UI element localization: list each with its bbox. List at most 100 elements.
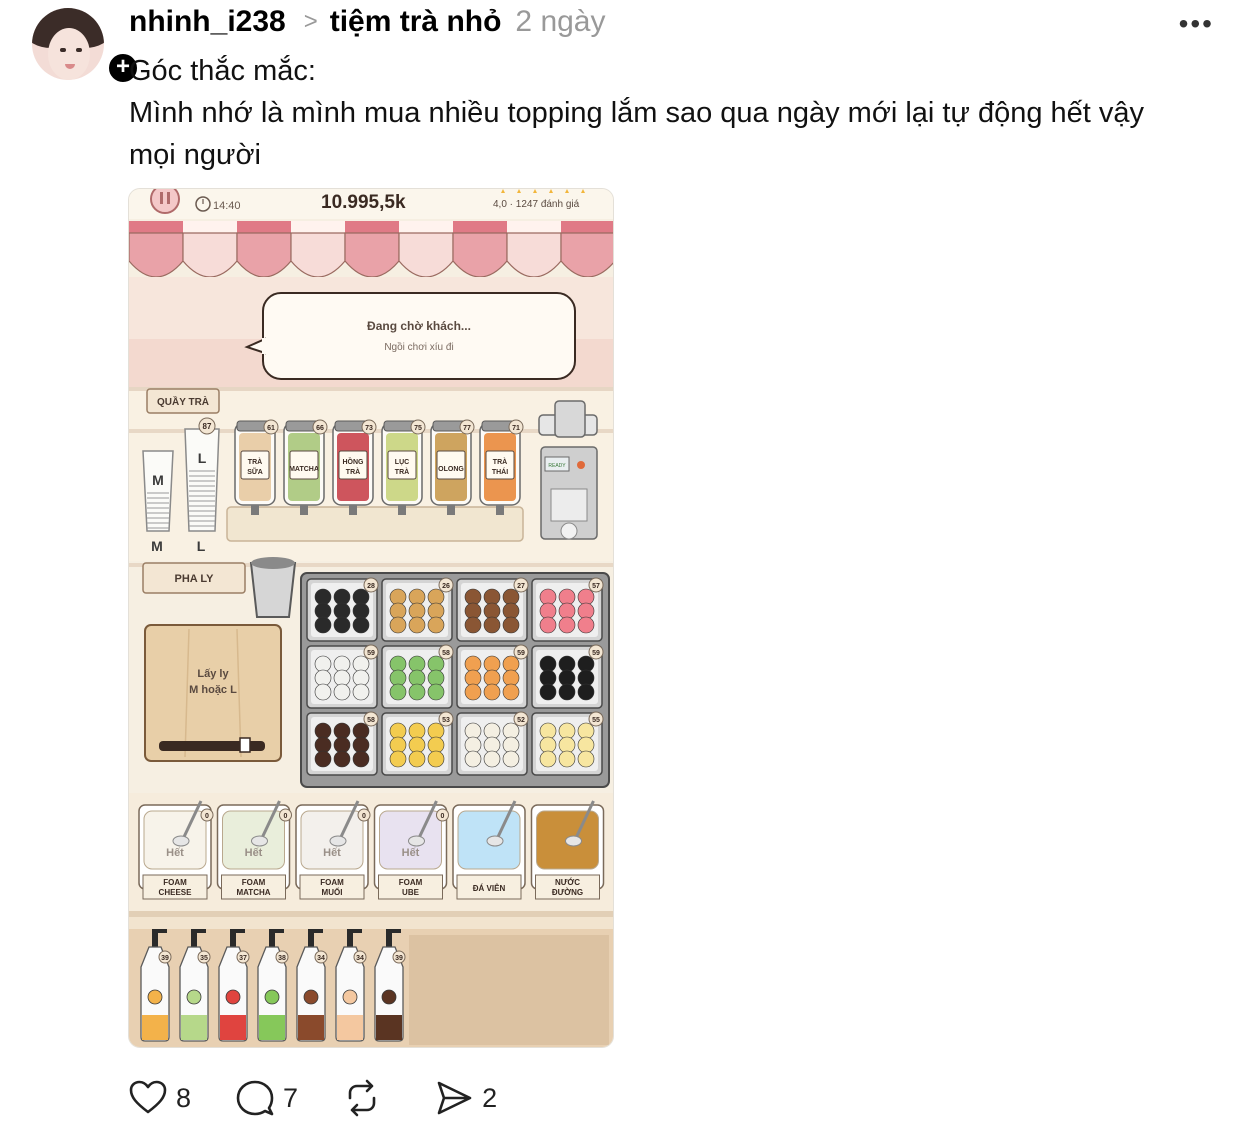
cup-m-label: M [152, 472, 164, 488]
comment-button[interactable]: 7 [235, 1078, 298, 1118]
foam-count: 0 [205, 813, 209, 820]
tea-label: TRÀ [346, 467, 360, 476]
topping-bin[interactable]: 28 [306, 577, 379, 642]
tea-label: LỤC [395, 459, 409, 466]
sealing-machine[interactable]: READY [538, 400, 598, 540]
tea-dispenser[interactable]: MATCHA 66 [283, 419, 328, 515]
tea-dispenser[interactable]: OLONG 77 [430, 419, 475, 515]
topping-bin[interactable]: 55 [531, 711, 604, 776]
comment-icon [236, 1080, 274, 1116]
foam-container[interactable]: Hết 0 FOAMMUỐI [295, 800, 371, 900]
topping-bin[interactable]: 59 [456, 644, 529, 709]
trash-bin[interactable] [249, 562, 297, 618]
foam-status: Hết [245, 847, 263, 859]
community-name[interactable]: tiệm trà nhỏ [330, 5, 502, 39]
tea-count: 75 [414, 425, 422, 432]
game-time: 14:40 [213, 200, 241, 212]
topping-bin[interactable]: 59 [306, 644, 379, 709]
tea-label: SỮA [247, 467, 263, 476]
author-avatar[interactable]: + [32, 8, 140, 85]
post-body: Góc thắc mắc: Mình nhớ là mình mua nhiều… [129, 50, 1219, 176]
topping-count: 55 [592, 717, 600, 724]
waiting-subtitle: Ngồi chơi xíu đi [384, 341, 453, 353]
tea-dispenser[interactable]: HỒNGTRÀ73 [332, 419, 377, 515]
topping-bin[interactable]: 26 [381, 577, 454, 642]
foam-label: ĐÁ VIÊN [473, 884, 506, 893]
tea-dispenser[interactable]: TRÀTHÁI 71 [479, 419, 524, 515]
tea-dispenser[interactable]: TRÀSỮA 61 [234, 419, 279, 515]
tea-shelf [226, 506, 524, 542]
foam-count: 0 [284, 813, 288, 820]
cup-prompt-line1: Lấy ly [197, 668, 229, 680]
topping-count: 59 [367, 650, 375, 657]
foam-label: MUỐI [322, 887, 343, 897]
syrup-count: 34 [356, 955, 364, 962]
foam-label: FOAM [242, 878, 266, 887]
tea-count: 61 [267, 425, 275, 432]
tea-count: 71 [512, 425, 520, 432]
topping-count: 57 [592, 583, 600, 590]
send-icon [437, 1081, 472, 1115]
syrup-count: 37 [239, 955, 247, 962]
syrup-count: 39 [395, 955, 403, 962]
foam-label: FOAM [399, 878, 423, 887]
foam-label: FOAM [320, 878, 344, 887]
tea-count: 77 [463, 425, 471, 432]
foam-label: ĐƯỜNG [552, 888, 583, 897]
cup-prompt-line2: M hoặc L [189, 684, 237, 696]
more-options-icon[interactable]: ••• [1179, 8, 1214, 40]
foam-container[interactable]: Hết 0 FOAMMATCHA [216, 800, 292, 900]
syrup-count: 34 [317, 955, 325, 962]
tea-label: TRÀ [395, 467, 409, 476]
pause-button[interactable] [150, 189, 180, 214]
ready-label: READY [548, 463, 566, 469]
tea-dispenser[interactable]: LỤCTRÀ 75 [381, 419, 426, 515]
foam-container[interactable]: Hết 0 FOAMUBE [373, 800, 449, 900]
foam-status: Hết [323, 847, 341, 859]
game-rating: 4,0 · 1247 đánh giá [493, 199, 580, 210]
topping-bin[interactable]: 52 [456, 711, 529, 776]
cup-l-tray-label: L [197, 538, 206, 554]
syrup-count: 38 [278, 955, 286, 962]
foam-status: Hết [166, 847, 184, 859]
foam-container[interactable]: ĐÁ VIÊN [452, 800, 526, 900]
syrup-count: 39 [161, 955, 169, 962]
tea-label: TRÀ [248, 457, 262, 466]
foam-label: MATCHA [236, 888, 270, 897]
like-button[interactable]: 8 [128, 1078, 191, 1118]
topping-bin[interactable]: 27 [456, 577, 529, 642]
author-username[interactable]: nhinh_i238 [129, 5, 286, 39]
post-time: 2 ngày [515, 5, 606, 38]
post-text-line: Góc thắc mắc: [129, 55, 316, 87]
foam-label: CHEESE [159, 888, 193, 897]
tea-label: TRÀ [493, 457, 507, 466]
topping-bin[interactable]: 59 [531, 644, 604, 709]
topping-bin[interactable]: 58 [306, 711, 379, 776]
topping-bin[interactable]: 58 [381, 644, 454, 709]
foam-container[interactable]: Hết 0 FOAMCHEESE [138, 800, 214, 900]
foam-label: NƯỚC [555, 878, 580, 887]
like-count: 8 [176, 1082, 192, 1113]
avatar-image [32, 8, 104, 80]
chevron-right-icon: > [303, 8, 318, 35]
repost-icon [348, 1079, 376, 1117]
comment-count: 7 [283, 1082, 299, 1113]
foam-container[interactable]: NƯỚCĐƯỜNG [530, 800, 605, 900]
game-screenshot: 14:40 10.995,5k 4,0 · 1247 đánh giá Đang… [129, 189, 613, 1047]
tea-count: 73 [365, 425, 373, 432]
topping-count: 58 [442, 650, 450, 657]
repost-button[interactable] [342, 1078, 390, 1118]
shop-awning [129, 221, 613, 278]
topping-count: 53 [442, 717, 450, 724]
topping-bin[interactable]: 57 [531, 577, 604, 642]
prep-label-text: PHA LY [175, 573, 215, 585]
post-text-line: Mình nhớ là mình mua nhiều topping lắm s… [129, 97, 1145, 129]
game-money: 10.995,5k [321, 192, 406, 213]
tea-count: 66 [316, 425, 324, 432]
post-image[interactable]: 14:40 10.995,5k 4,0 · 1247 đánh giá Đang… [128, 188, 614, 1048]
share-button[interactable]: 2 [434, 1078, 497, 1118]
cup-l-label: L [198, 450, 207, 466]
topping-bin[interactable]: 53 [381, 711, 454, 776]
post-text-line: mọi người [129, 139, 261, 171]
heart-icon [129, 1080, 167, 1114]
